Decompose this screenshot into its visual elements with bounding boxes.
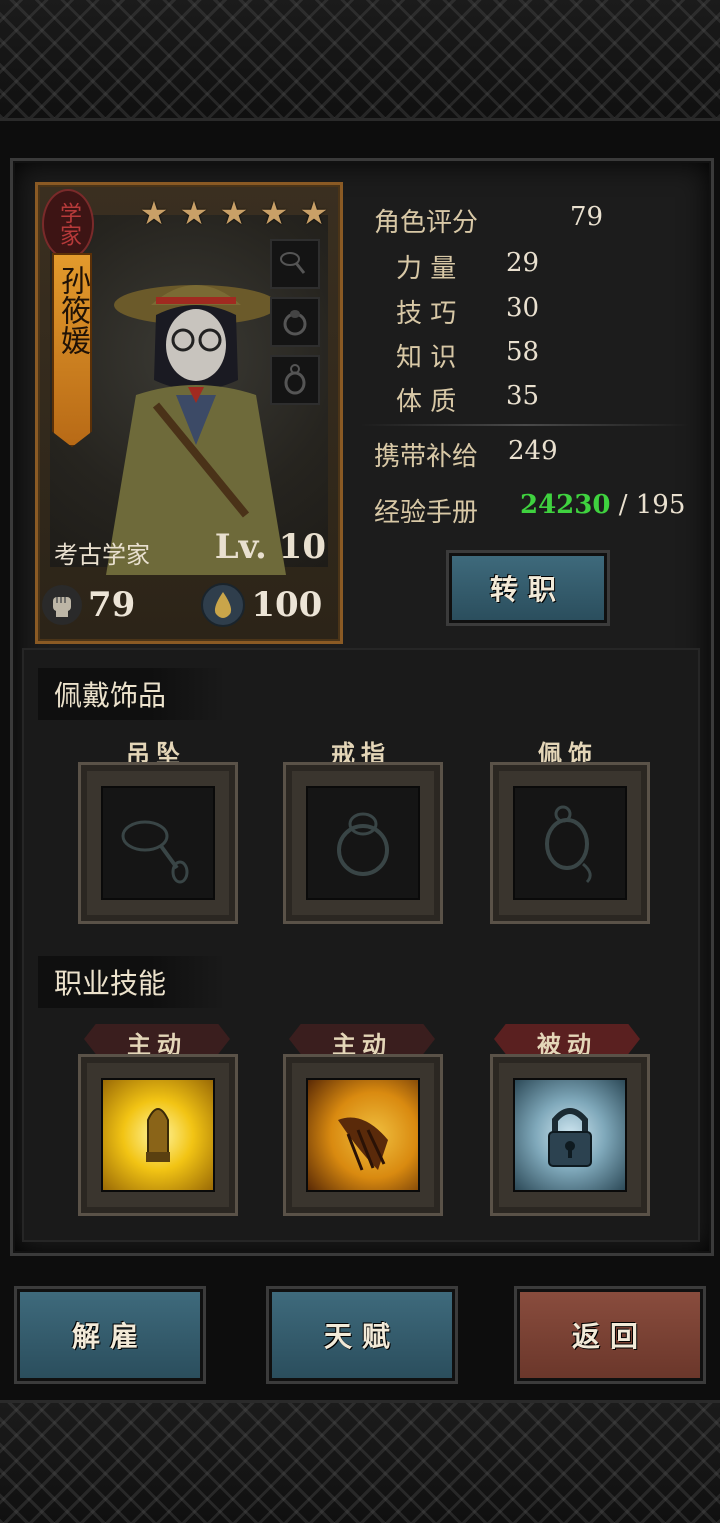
top-decorative-border bbox=[0, 0, 720, 121]
bullet-skill-icon bbox=[146, 1108, 170, 1162]
talent-button[interactable]: 天赋 bbox=[266, 1286, 458, 1384]
ring-slot[interactable] bbox=[283, 762, 443, 924]
star-icon: ★ bbox=[299, 194, 329, 232]
job-change-button[interactable]: 转职 bbox=[446, 550, 610, 626]
knowledge-label: 知 识 bbox=[396, 343, 457, 373]
pendant-icon bbox=[121, 820, 189, 884]
strength-label: 力 量 bbox=[396, 254, 457, 284]
character-level: Lv. 10 bbox=[214, 527, 326, 567]
charm-icon bbox=[545, 805, 592, 884]
star-icon: ★ bbox=[179, 194, 209, 232]
dismiss-button[interactable]: 解雇 bbox=[14, 1286, 206, 1384]
exp-separator: / bbox=[610, 490, 636, 520]
star-rating: ★ ★ ★ ★ ★ bbox=[136, 195, 332, 231]
supplies-value: 249 bbox=[508, 436, 558, 466]
knowledge-value: 58 bbox=[506, 337, 540, 367]
ring-icon bbox=[283, 310, 307, 336]
ring-icon bbox=[337, 812, 389, 876]
lock-skill-icon bbox=[548, 1108, 592, 1167]
exp-required: 195 bbox=[635, 490, 686, 520]
back-button[interactable]: 返回 bbox=[514, 1286, 706, 1384]
supplies-label: 携带补给 bbox=[374, 442, 479, 472]
mini-accessory-slots bbox=[270, 239, 320, 405]
skills-title: 职业技能 bbox=[38, 956, 227, 1008]
strength-value: 29 bbox=[506, 248, 540, 278]
pendant-slot[interactable] bbox=[78, 762, 238, 924]
star-icon: ★ bbox=[219, 194, 249, 232]
mini-slot-ring[interactable] bbox=[270, 297, 320, 347]
class-name: 考古学家 bbox=[54, 541, 150, 569]
constitution-value: 35 bbox=[506, 381, 540, 411]
character-name: 孙筱媛 bbox=[52, 253, 92, 447]
rating-label: 角色评分 bbox=[374, 208, 479, 238]
claw-skill-icon bbox=[338, 1117, 388, 1171]
charm-icon bbox=[284, 364, 306, 395]
vitals-row: 79 100 bbox=[38, 569, 340, 641]
skill-slot-1[interactable] bbox=[78, 1054, 238, 1216]
rating-value: 79 bbox=[570, 202, 604, 232]
fist-icon bbox=[42, 585, 82, 625]
skill-slot-3[interactable] bbox=[490, 1054, 650, 1216]
pendant-icon bbox=[280, 252, 306, 274]
hp-value: 79 bbox=[88, 585, 136, 625]
stress-value: 100 bbox=[251, 585, 323, 625]
mini-slot-pendant[interactable] bbox=[270, 239, 320, 289]
star-icon: ★ bbox=[139, 194, 169, 232]
class-seal: 学家 bbox=[42, 189, 94, 259]
skill-label: 技 巧 bbox=[396, 299, 457, 329]
stress-drop-icon bbox=[201, 583, 246, 627]
charm-slot[interactable] bbox=[490, 762, 650, 924]
skill-slot-2[interactable] bbox=[283, 1054, 443, 1216]
accessories-title: 佩戴饰品 bbox=[38, 668, 227, 720]
exp-label: 经验手册 bbox=[374, 498, 479, 528]
constitution-label: 体 质 bbox=[396, 387, 457, 417]
skill-value: 30 bbox=[506, 293, 540, 323]
character-card: 学家 孙筱媛 ★ ★ ★ ★ ★ 考古学家 Lv. 10 79 100 bbox=[35, 182, 343, 644]
exp-current: 24230 bbox=[520, 490, 611, 520]
stats-divider bbox=[360, 424, 690, 426]
mini-slot-charm[interactable] bbox=[270, 355, 320, 405]
bottom-decorative-border bbox=[0, 1400, 720, 1523]
exp-progress: 24230 / 195 bbox=[520, 490, 685, 520]
star-icon: ★ bbox=[259, 194, 289, 232]
